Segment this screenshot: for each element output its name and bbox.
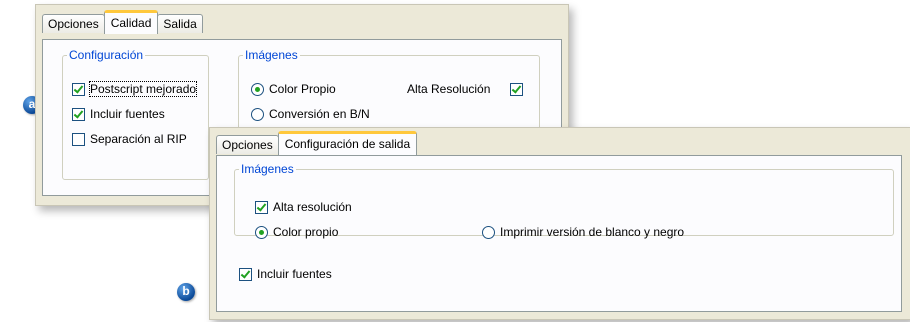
checkbox-checked-icon — [239, 267, 252, 281]
blanco-negro-radio[interactable]: Imprimir versión de blanco y negro — [482, 225, 684, 239]
callout-badge-b: b — [177, 283, 195, 301]
imagenes-legend-b: Imágenes — [241, 162, 294, 176]
tab-calidad[interactable]: Calidad — [103, 10, 159, 34]
color-propio-radio-b[interactable]: Color propio — [255, 225, 338, 239]
radio-unselected-icon — [251, 107, 264, 121]
checkbox-checked-icon — [72, 107, 85, 121]
alta-resolucion-checkbox-b[interactable]: Alta resolución — [255, 200, 352, 214]
separacion-rip-checkbox[interactable]: Separación al RIP — [72, 132, 187, 146]
checkbox-checked-icon — [510, 82, 524, 96]
radio-selected-icon — [255, 225, 268, 239]
tab-strip-a: Opciones Calidad Salida — [42, 10, 203, 34]
imagenes-legend-a: Imágenes — [245, 48, 298, 62]
dialog-b: Opciones Configuración de salida Imágene… — [209, 127, 910, 320]
conversion-bn-label: Conversión en B/N — [269, 107, 370, 121]
tab-strip-b: Opciones Configuración de salida — [216, 131, 418, 155]
tab-salida[interactable]: Salida — [157, 14, 203, 33]
tab-configuracion-salida[interactable]: Configuración de salida — [277, 131, 418, 155]
radio-unselected-icon — [482, 225, 495, 239]
checkbox-checked-icon — [72, 82, 85, 96]
alta-resolucion-option[interactable]: Alta Resolución — [407, 82, 528, 96]
incluir-fuentes-checkbox-b[interactable]: Incluir fuentes — [239, 267, 332, 281]
configuracion-legend: Configuración — [69, 48, 144, 62]
postscript-mejorado-checkbox[interactable]: Postscript mejorado — [72, 81, 198, 97]
tab-opciones[interactable]: Opciones — [42, 14, 105, 33]
blanco-negro-label: Imprimir versión de blanco y negro — [500, 225, 685, 239]
incluir-fuentes-label-b: Incluir fuentes — [257, 267, 332, 281]
postscript-mejorado-label: Postscript mejorado — [88, 81, 198, 97]
checkbox-checked-icon — [255, 200, 268, 214]
tab-pane-b: Imágenes Alta resolución Color propio Im… — [216, 155, 902, 312]
color-propio-label-b: Color propio — [273, 225, 339, 239]
color-propio-label: Color Propio — [269, 82, 336, 96]
tab-opciones-b[interactable]: Opciones — [216, 135, 279, 154]
separacion-rip-label: Separación al RIP — [90, 132, 187, 146]
conversion-bn-radio[interactable]: Conversión en B/N — [251, 107, 370, 121]
color-propio-radio[interactable]: Color Propio — [251, 82, 336, 96]
alta-resolucion-label: Alta Resolución — [407, 82, 491, 96]
checkbox-unchecked-icon — [72, 132, 85, 146]
radio-selected-icon — [251, 82, 264, 96]
incluir-fuentes-checkbox[interactable]: Incluir fuentes — [72, 107, 165, 121]
incluir-fuentes-label: Incluir fuentes — [90, 107, 165, 121]
alta-resolucion-label-b: Alta resolución — [273, 200, 352, 214]
